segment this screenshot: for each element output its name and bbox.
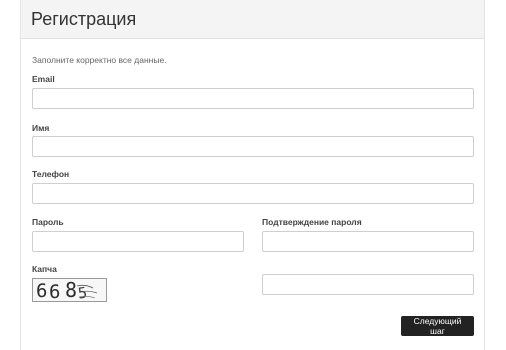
panel-header: Регистрация xyxy=(21,0,484,39)
email-label: Email xyxy=(32,74,55,84)
name-field[interactable] xyxy=(32,136,474,157)
page-title: Регистрация xyxy=(31,9,137,29)
name-label: Имя xyxy=(32,123,50,133)
captcha-digit: 6 xyxy=(36,280,47,301)
captcha-digit: 8 xyxy=(65,279,77,301)
form-intro-text: Заполните корректно все данные. xyxy=(32,55,167,65)
password-label: Пароль xyxy=(32,217,64,227)
captcha-field[interactable] xyxy=(262,274,474,295)
captcha-label: Капча xyxy=(32,264,57,274)
password-confirm-field[interactable] xyxy=(262,231,474,252)
captcha-image: 6 6 8 5 xyxy=(32,278,107,302)
phone-label: Телефон xyxy=(32,169,70,179)
password-field[interactable] xyxy=(32,231,244,252)
phone-field[interactable] xyxy=(32,183,474,204)
registration-panel: Регистрация Заполните корректно все данн… xyxy=(20,0,485,350)
captcha-digit: 6 xyxy=(49,281,60,301)
next-step-button[interactable]: Следующий шаг xyxy=(401,316,474,336)
email-field[interactable] xyxy=(32,88,474,109)
password-confirm-label: Подтверждение пароля xyxy=(262,217,362,227)
